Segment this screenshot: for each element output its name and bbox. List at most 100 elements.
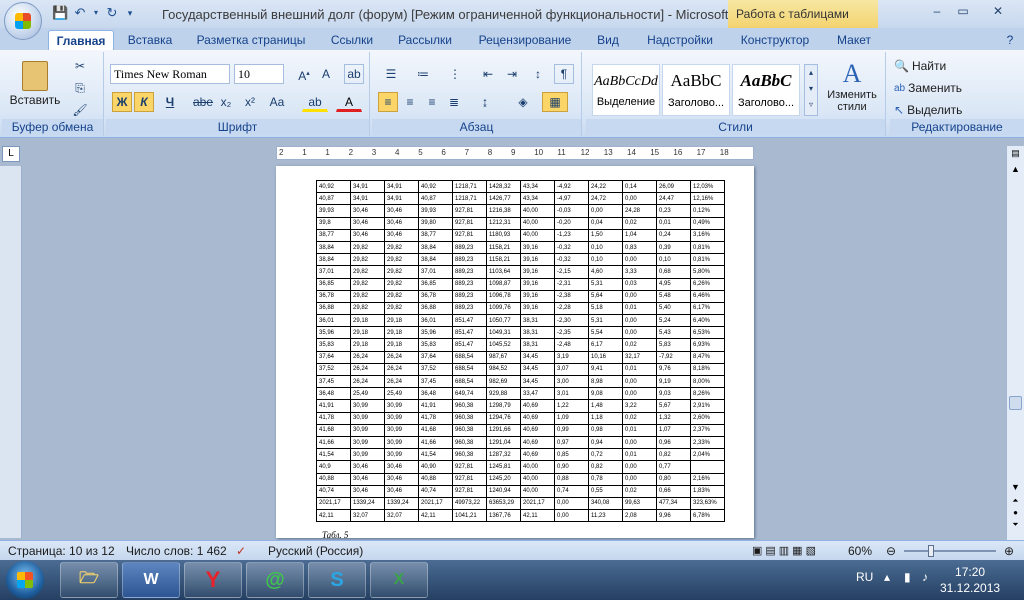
strikethrough-button[interactable]: abe: [192, 92, 213, 112]
table-cell[interactable]: 0,81%: [690, 240, 725, 255]
table-cell[interactable]: 0,90: [554, 460, 589, 474]
table-cell[interactable]: 40,00: [520, 460, 555, 474]
table-cell[interactable]: 40,87: [418, 192, 453, 206]
table-cell[interactable]: 1294,76: [486, 411, 521, 425]
table-cell[interactable]: 37,52: [316, 362, 351, 377]
table-cell[interactable]: 40,00: [520, 472, 555, 486]
borders-icon[interactable]: ▦: [542, 92, 568, 112]
table-cell[interactable]: 39,16: [520, 277, 555, 291]
table-cell[interactable]: 26,24: [384, 374, 419, 389]
zoom-slider[interactable]: [904, 545, 996, 557]
change-case-button[interactable]: Aa: [264, 92, 290, 112]
table-cell[interactable]: 37,01: [316, 265, 351, 279]
table-cell[interactable]: 29,82: [384, 301, 419, 316]
scrollbar-thumb[interactable]: [1009, 396, 1022, 410]
table-cell[interactable]: 38,31: [520, 326, 555, 340]
table-cell[interactable]: 1212,31: [486, 216, 521, 230]
table-cell[interactable]: 41,54: [418, 448, 453, 462]
scroll-down-icon[interactable]: ▼: [1009, 482, 1022, 492]
table-cell[interactable]: 29,18: [384, 326, 419, 340]
table-cell[interactable]: 38,84: [316, 240, 351, 255]
table-cell[interactable]: 0,68: [656, 265, 691, 279]
table-cell[interactable]: 1245,81: [486, 460, 521, 474]
save-icon[interactable]: 💾: [52, 5, 68, 21]
table-cell[interactable]: 40,00: [520, 204, 555, 218]
table-cell[interactable]: -2,31: [554, 277, 589, 291]
tray-expand-icon[interactable]: ▴: [884, 570, 890, 584]
table-cell[interactable]: 2,04%: [690, 448, 725, 462]
table-cell[interactable]: 42,11: [418, 509, 453, 523]
table-cell[interactable]: 3,16%: [690, 228, 725, 242]
table-cell[interactable]: 26,09: [656, 179, 691, 194]
table-cell[interactable]: 0,00: [622, 374, 657, 389]
table-cell[interactable]: 927,81: [452, 204, 487, 218]
table-cell[interactable]: 29,82: [384, 265, 419, 279]
table-cell[interactable]: 1,22: [554, 399, 589, 413]
table-cell[interactable]: 49973,22: [452, 496, 487, 511]
table-cell[interactable]: 889,23: [452, 277, 487, 291]
table-cell[interactable]: 0,02: [622, 484, 657, 498]
table-cell[interactable]: 25,49: [384, 387, 419, 401]
table-cell[interactable]: 35,83: [418, 338, 453, 352]
table-cell[interactable]: 11,23: [588, 509, 623, 523]
table-cell[interactable]: 40,92: [316, 179, 351, 194]
table-cell[interactable]: 36,78: [418, 289, 453, 303]
table-cell[interactable]: -1,23: [554, 228, 589, 242]
table-cell[interactable]: 1045,52: [486, 338, 521, 352]
highlight-icon[interactable]: ab: [302, 92, 328, 112]
table-cell[interactable]: 26,24: [384, 350, 419, 364]
table-cell[interactable]: 0,96: [656, 435, 691, 450]
table-cell[interactable]: -2,30: [554, 314, 589, 328]
table-cell[interactable]: 41,66: [418, 435, 453, 450]
table-cell[interactable]: 40,90: [418, 460, 453, 474]
font-color-icon[interactable]: A: [336, 92, 362, 112]
table-cell[interactable]: 1180,93: [486, 228, 521, 242]
table-cell[interactable]: 2021,17: [316, 496, 351, 511]
table-cell[interactable]: 0,94: [588, 435, 623, 450]
table-cell[interactable]: 36,85: [316, 277, 351, 291]
table-cell[interactable]: 477,34: [656, 496, 691, 511]
table-cell[interactable]: 34,91: [384, 179, 419, 194]
table-cell[interactable]: 41,54: [316, 448, 351, 462]
decrease-indent-icon[interactable]: ⇤: [478, 64, 498, 84]
table-cell[interactable]: 5,31: [588, 277, 623, 291]
table-cell[interactable]: 30,99: [350, 435, 385, 450]
table-cell[interactable]: 2,60%: [690, 411, 725, 425]
table-cell[interactable]: -2,38: [554, 289, 589, 303]
table-cell[interactable]: 927,81: [452, 472, 487, 486]
tab-references[interactable]: Ссылки: [322, 30, 382, 50]
table-cell[interactable]: 0,74: [554, 484, 589, 498]
table-cell[interactable]: 29,82: [384, 289, 419, 303]
table-cell[interactable]: 2,16%: [690, 472, 725, 486]
zoom-level[interactable]: 60%: [848, 544, 872, 558]
table-cell[interactable]: 3,19: [554, 350, 589, 364]
table-cell[interactable]: 649,74: [452, 387, 487, 401]
table-cell[interactable]: 851,47: [452, 326, 487, 340]
table-cell[interactable]: 39,93: [418, 204, 453, 218]
table-cell[interactable]: 38,84: [418, 253, 453, 267]
table-cell[interactable]: 0,01: [622, 362, 657, 377]
table-cell[interactable]: 8,00%: [690, 374, 725, 389]
undo-icon[interactable]: ↶: [72, 5, 88, 21]
table-cell[interactable]: 688,54: [452, 362, 487, 377]
multilevel-list-icon[interactable]: ⋮: [442, 64, 468, 84]
table-cell[interactable]: 3,07: [554, 362, 589, 377]
table-cell[interactable]: 987,67: [486, 350, 521, 364]
table-cell[interactable]: 9,08: [588, 387, 623, 401]
table-cell[interactable]: -2,15: [554, 265, 589, 279]
table-cell[interactable]: 1098,87: [486, 277, 521, 291]
table-cell[interactable]: 40,69: [520, 448, 555, 462]
table-cell[interactable]: 29,18: [350, 314, 385, 328]
table-cell[interactable]: 36,48: [418, 387, 453, 401]
table-cell[interactable]: 0,00: [622, 192, 657, 206]
tab-selector-icon[interactable]: L: [2, 146, 20, 162]
table-cell[interactable]: 688,54: [452, 350, 487, 364]
table-cell[interactable]: 3,00: [554, 374, 589, 389]
table-cell[interactable]: 2021,17: [418, 496, 453, 511]
word-count[interactable]: Число слов: 1 462: [126, 544, 227, 558]
grow-font-icon[interactable]: A▴: [294, 64, 314, 84]
table-cell[interactable]: 5,83: [656, 338, 691, 352]
table-cell[interactable]: 40,9: [316, 460, 351, 474]
table-cell[interactable]: 24,22: [588, 179, 623, 194]
table-cell[interactable]: 889,23: [452, 301, 487, 316]
